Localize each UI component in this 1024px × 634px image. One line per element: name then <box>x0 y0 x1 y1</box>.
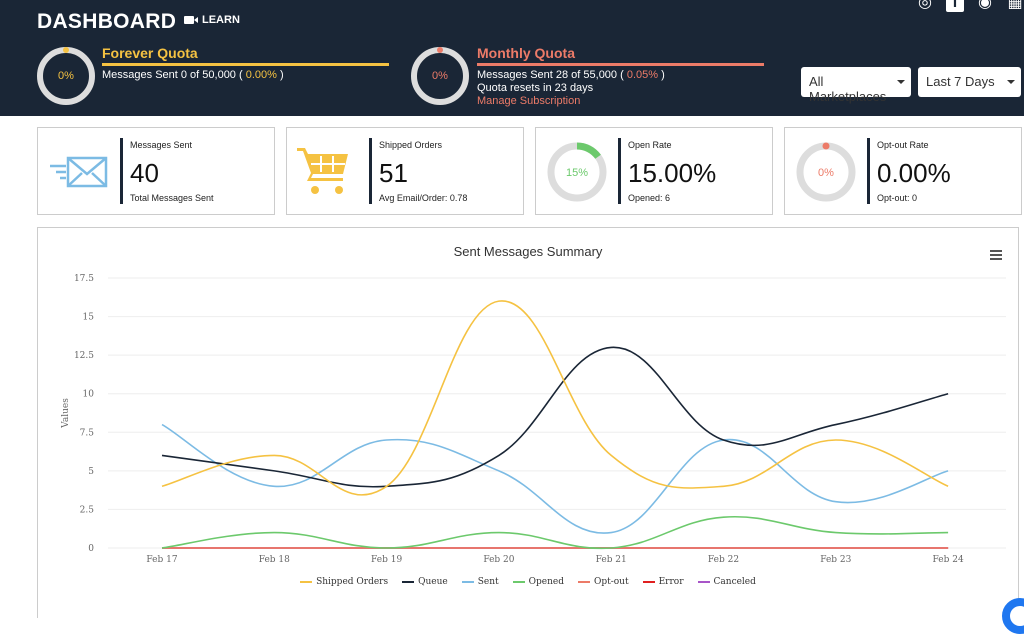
card-value: 15.00% <box>628 158 717 188</box>
card-sub: Opt-out: 0 <box>877 193 918 203</box>
card-label: Messages Sent <box>130 140 193 150</box>
open-rate-ring: 15% <box>547 142 607 202</box>
legend-label: Opt-out <box>593 577 629 587</box>
card-sub: Total Messages Sent <box>130 193 214 203</box>
legend-item[interactable]: Sent <box>461 577 499 587</box>
legend-item[interactable]: Opt-out <box>577 577 629 587</box>
sent-messages-chart: Sent Messages Summary 0 2.5 5 7.5 10 12.5 15 17… <box>37 227 1019 618</box>
x-tick-label: Feb 21 <box>596 555 627 565</box>
x-tick-label: Feb 18 <box>259 555 290 565</box>
monthly-quota: Monthly Quota Messages Sent 28 of 55,000… <box>477 45 764 108</box>
legend-swatch <box>512 581 525 583</box>
marketplace-select[interactable]: All Marketplaces <box>801 67 911 104</box>
legend-swatch <box>300 581 313 583</box>
learn-button[interactable]: LEARN <box>184 14 240 26</box>
cart-icon <box>297 148 348 194</box>
series-line-queue[interactable] <box>161 346 949 488</box>
divider <box>618 138 621 204</box>
monthly-quota-title: Monthly Quota <box>477 45 575 61</box>
x-tick-label: Feb 17 <box>146 555 177 565</box>
facebook-icon[interactable]: f <box>946 0 964 12</box>
legend-label: Opened <box>528 577 564 587</box>
x-tick-label: Feb 22 <box>708 555 739 565</box>
quota-reset-text: Quota resets in 23 days <box>477 82 594 94</box>
svg-text:0%: 0% <box>818 167 834 179</box>
card-label: Shipped Orders <box>379 140 443 150</box>
monthly-quota-ring: 0% <box>411 47 469 105</box>
forever-quota: Forever Quota Messages Sent 0 of 50,000 … <box>102 45 389 82</box>
date-range-select[interactable]: Last 7 Days <box>918 67 1021 97</box>
chat-widget-button[interactable] <box>1002 598 1024 634</box>
legend-swatch <box>461 581 474 583</box>
monthly-quota-bar <box>477 63 764 66</box>
card-value: 0.00% <box>877 158 951 188</box>
card-shipped-orders: Shipped Orders 51 Avg Email/Order: 0.78 <box>286 127 524 215</box>
apps-grid-icon[interactable]: ▦ <box>1006 0 1024 12</box>
legend-label: Sent <box>477 577 499 587</box>
top-header: DASHBOARD LEARN ◎ f ◉ ▦ 0% Forever Quota… <box>0 0 1024 116</box>
envelope-icon <box>50 156 108 188</box>
legend-item[interactable]: Queue <box>402 577 448 587</box>
x-tick-label: Feb 20 <box>483 555 514 565</box>
legend-label: Canceled <box>713 577 756 587</box>
video-camera-icon <box>184 16 198 24</box>
ring-label: 0% <box>58 70 74 82</box>
y-tick-label: 7.5 <box>80 428 95 438</box>
chart-legend: Shipped Orders Queue Sent Opened Opt-out Erro… <box>38 577 1018 587</box>
card-open-rate: 15% Open Rate 15.00% Opened: 6 <box>535 127 773 215</box>
forever-quota-bar <box>102 63 389 66</box>
card-sub: Opened: 6 <box>628 193 671 203</box>
top-icons: ◎ f ◉ ▦ <box>916 0 1024 12</box>
y-tick-label: 0 <box>88 544 94 554</box>
legend-swatch <box>402 581 415 583</box>
learn-label: LEARN <box>202 14 240 26</box>
forever-quota-messages: Messages Sent 0 of 50,000 ( 0.00% ) <box>102 69 284 81</box>
card-opt-out-rate: 0% Opt-out Rate 0.00% Opt-out: 0 <box>784 127 1022 215</box>
card-value: 40 <box>130 158 159 188</box>
card-sub: Avg Email/Order: 0.78 <box>379 193 468 203</box>
legend-swatch <box>697 581 710 583</box>
support-icon[interactable]: ◎ <box>916 0 934 12</box>
legend-item[interactable]: Error <box>642 577 684 587</box>
legend-item[interactable]: Opened <box>512 577 564 587</box>
forever-quota-title: Forever Quota <box>102 45 198 61</box>
legend-item[interactable]: Shipped Orders <box>300 577 388 587</box>
legend-swatch <box>642 581 655 583</box>
divider <box>867 138 870 204</box>
ring-label: 0% <box>432 70 448 82</box>
legend-item[interactable]: Canceled <box>697 577 756 587</box>
divider <box>120 138 123 204</box>
divider <box>369 138 372 204</box>
y-axis-label: Values <box>61 398 71 429</box>
card-messages-sent: Messages Sent 40 Total Messages Sent <box>37 127 275 215</box>
manage-subscription-link[interactable]: Manage Subscription <box>477 95 764 108</box>
card-label: Opt-out Rate <box>877 140 929 150</box>
y-tick-label: 10 <box>83 390 95 400</box>
monthly-quota-messages: Messages Sent 28 of 55,000 ( 0.05% ) <box>477 69 665 81</box>
series-line-shipped-orders[interactable] <box>161 300 949 496</box>
opt-out-ring: 0% <box>796 142 856 202</box>
plot-area: 0 2.5 5 7.5 10 12.5 15 17.5 Values Feb 17 Feb 18 Fe… <box>61 274 1006 565</box>
legend-swatch <box>577 581 590 583</box>
legend-label: Error <box>658 577 684 587</box>
y-tick-label: 5 <box>88 467 94 477</box>
card-value: 51 <box>379 158 408 188</box>
x-tick-label: Feb 19 <box>371 555 402 565</box>
x-tick-label: Feb 24 <box>933 555 964 565</box>
ring-marker <box>437 47 443 53</box>
page-title: DASHBOARD <box>37 10 177 33</box>
y-tick-label: 2.5 <box>80 505 95 515</box>
ring-marker <box>63 47 69 53</box>
y-tick-label: 17.5 <box>74 274 94 284</box>
card-label: Open Rate <box>628 140 672 150</box>
user-icon[interactable]: ◉ <box>976 0 994 12</box>
y-tick-label: 15 <box>83 313 95 323</box>
series-line-opened[interactable] <box>161 515 949 550</box>
forever-quota-ring: 0% <box>37 47 95 105</box>
legend-label: Shipped Orders <box>316 577 389 587</box>
y-tick-label: 12.5 <box>74 351 94 361</box>
svg-text:15%: 15% <box>566 167 588 179</box>
x-tick-label: Feb 23 <box>820 555 851 565</box>
legend-label: Queue <box>418 577 448 587</box>
